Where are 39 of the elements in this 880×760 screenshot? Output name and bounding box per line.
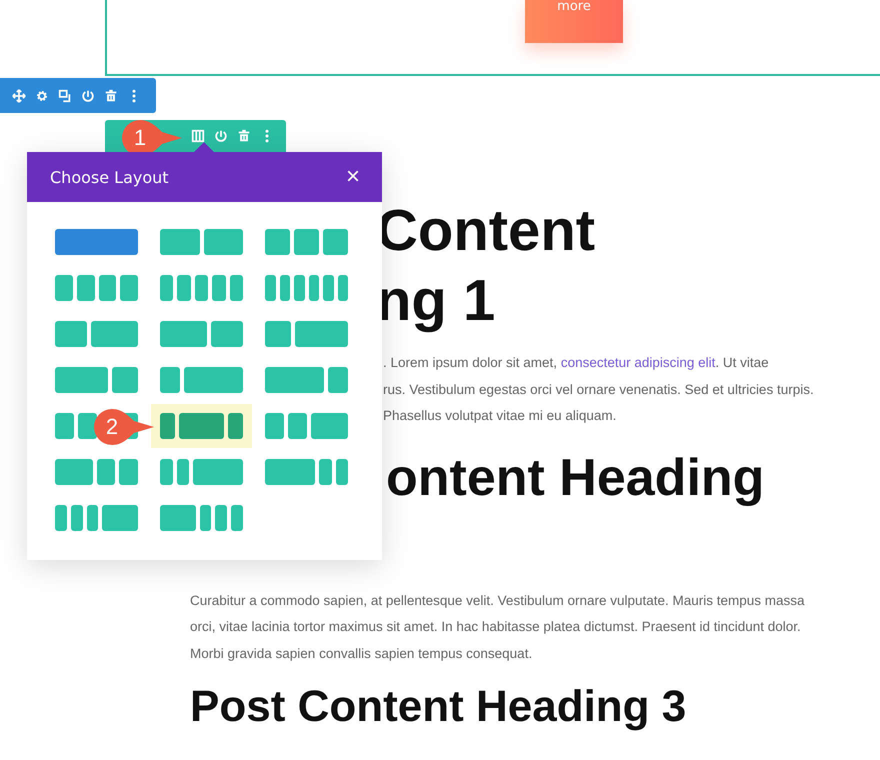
heading-text: Post Content Heading 3 <box>190 681 688 733</box>
layout-option[interactable] <box>265 321 348 347</box>
power-icon[interactable] <box>81 88 95 102</box>
layout-option[interactable] <box>160 505 243 531</box>
layout-option[interactable] <box>55 459 138 485</box>
trash-icon[interactable] <box>237 129 251 143</box>
trash-icon[interactable] <box>104 88 118 102</box>
layout-option[interactable] <box>265 413 348 439</box>
layout-option[interactable] <box>55 321 138 347</box>
power-icon[interactable] <box>214 129 228 143</box>
paragraph-line: Phasellus volutpat vitae mi eu aliquam. <box>383 407 618 425</box>
layout-option[interactable] <box>265 275 348 301</box>
paragraph: Curabitur a commodo sapien, at pellentesque velit. Vestibulum ornare vulputate. Mauris tempus massa orci, vitae lacinia tortor maximus sit amet. In hac habitasse platea dictumst. Praesent id tincidunt dolor. Morbi gravida sapien convallis sapien tempus consequat. <box>190 592 805 663</box>
layout-option[interactable] <box>265 367 348 393</box>
more-button[interactable]: more <box>525 0 623 43</box>
paragraph-line: rus. Vestibulum egestas orci vel ornare venenatis. Sed et ultricies turpis. <box>383 380 815 399</box>
layout-option[interactable] <box>55 505 138 531</box>
heading-text: ontent Heading <box>386 448 766 508</box>
heading-text: Content <box>376 197 596 265</box>
layout-option[interactable] <box>160 229 243 255</box>
duplicate-icon[interactable] <box>58 88 72 102</box>
close-button[interactable]: × <box>346 165 360 189</box>
layout-option[interactable] <box>265 229 348 255</box>
layout-option[interactable] <box>160 459 243 485</box>
paragraph-line: . Lorem ipsum dolor sit amet, consectetur adipiscing elit. Ut vitae <box>383 354 770 372</box>
heading-text: ng 1 <box>376 267 496 335</box>
settings-icon[interactable] <box>35 88 49 102</box>
step-marker: 2 <box>92 407 156 447</box>
layout-option[interactable] <box>55 275 138 301</box>
layout-option[interactable] <box>160 413 243 439</box>
layout-option[interactable] <box>160 275 243 301</box>
layout-option[interactable] <box>55 367 138 393</box>
move-icon[interactable] <box>12 88 26 102</box>
layout-option[interactable] <box>160 367 243 393</box>
text-link[interactable]: consectetur adipiscing elit <box>560 355 716 370</box>
layout-option[interactable] <box>265 459 348 485</box>
dialog-title: Choose Layout <box>50 168 169 186</box>
layout-option[interactable] <box>160 321 243 347</box>
columns-icon[interactable] <box>191 129 205 143</box>
